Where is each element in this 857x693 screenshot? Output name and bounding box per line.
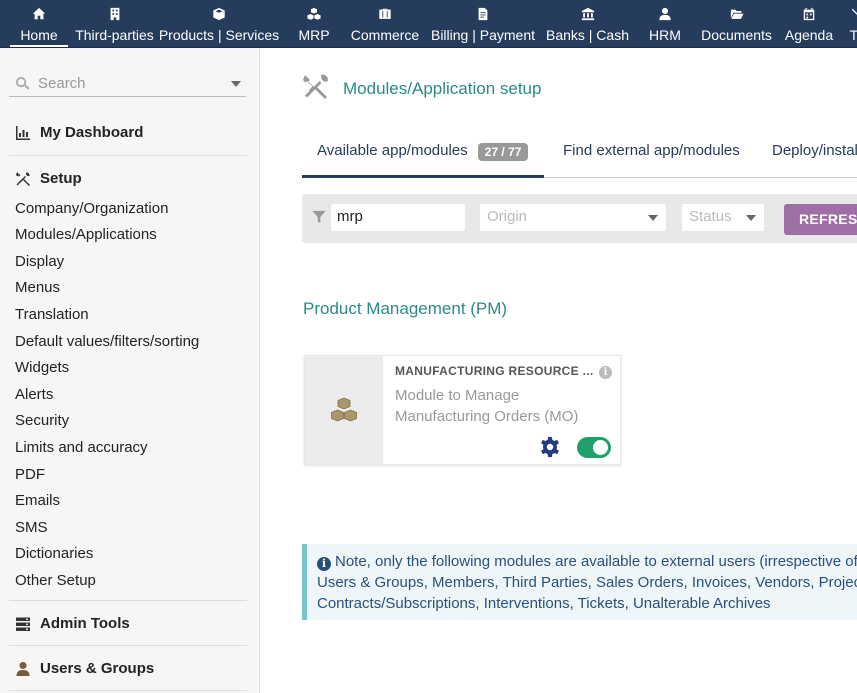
sidebar-item-default-values[interactable]: Default values/filters/sorting — [15, 333, 199, 350]
chevron-down-icon — [648, 215, 658, 221]
module-card: MANUFACTURING RESOURCE ... i Module to M… — [304, 355, 621, 465]
sidebar-item-dictionaries[interactable]: Dictionaries — [15, 545, 93, 562]
sidebar-my-dashboard[interactable]: My Dashboard — [15, 124, 143, 141]
topnav-banks-cash[interactable]: Banks | Cash — [537, 0, 638, 47]
topnav-commerce[interactable]: Commerce — [341, 0, 429, 47]
module-card-description: Module to Manage Manufacturing Orders (M… — [395, 387, 579, 425]
chevron-down-icon — [231, 80, 241, 87]
filter-icon — [312, 210, 326, 224]
sidebar-item-company-organization[interactable]: Company/Organization — [15, 200, 168, 217]
cube-icon — [211, 6, 227, 22]
home-icon — [31, 6, 47, 22]
sidebar-item-security[interactable]: Security — [15, 412, 69, 429]
chart-area-icon — [16, 125, 30, 140]
tools-icon — [16, 171, 30, 186]
user-icon — [16, 661, 30, 676]
user-tie-icon — [657, 6, 673, 22]
topnav-documents[interactable]: Documents — [692, 0, 781, 47]
sidebar-users-groups[interactable]: Users & Groups — [15, 660, 154, 677]
sidebar-divider — [9, 155, 247, 156]
sidebar-item-modules-applications[interactable]: Modules/Applications — [15, 226, 157, 243]
external-users-note: i Note, only the following modules are av… — [302, 544, 857, 620]
sidebar-item-menus[interactable]: Menus — [15, 279, 60, 296]
sidebar-item-display[interactable]: Display — [15, 253, 64, 270]
server-icon — [16, 617, 30, 631]
module-card-title[interactable]: MANUFACTURING RESOURCE ... — [395, 364, 593, 378]
cubes-icon — [331, 397, 357, 422]
sidebar-admin-tools[interactable]: Admin Tools — [15, 615, 130, 632]
calendar-icon — [801, 6, 817, 22]
tab-find-external-modules[interactable]: Find external app/modules — [563, 140, 740, 178]
search-placeholder: Search — [38, 75, 86, 92]
search-icon — [15, 76, 30, 90]
module-count-badge: 27 / 77 — [477, 143, 529, 161]
gear-icon[interactable] — [539, 436, 561, 458]
cubes-icon — [306, 6, 322, 22]
tab-deploy-install[interactable]: Deploy/instal — [772, 140, 857, 178]
sidebar-setup[interactable]: Setup — [15, 170, 82, 187]
bank-icon — [580, 6, 596, 22]
folder-open-icon — [729, 6, 745, 22]
topnav-hrm[interactable]: HRM — [638, 0, 692, 47]
topnav-third-parties[interactable]: Third-parties — [75, 0, 154, 47]
suitcase-icon — [377, 6, 393, 22]
module-enabled-toggle[interactable] — [577, 437, 611, 458]
sidebar-item-emails[interactable]: Emails — [15, 492, 60, 509]
sidebar-search-select[interactable]: Search — [9, 71, 246, 97]
topnav-home[interactable]: Home — [0, 0, 78, 47]
origin-select[interactable]: Origin — [480, 204, 666, 231]
sidebar-item-alerts[interactable]: Alerts — [15, 386, 53, 403]
topnav-products-services[interactable]: Products | Services — [151, 0, 287, 47]
sidebar-divider — [9, 600, 247, 601]
info-circle-icon: i — [317, 557, 331, 571]
page-title: Modules/Application setup — [343, 79, 542, 98]
module-group-title: Product Management (PM) — [303, 299, 508, 318]
tools-icon — [849, 6, 857, 22]
module-card-image — [305, 356, 383, 464]
sidebar-divider — [9, 690, 247, 691]
status-select[interactable]: Status — [682, 204, 764, 231]
tools-icon — [303, 74, 328, 99]
sidebar-item-translation[interactable]: Translation — [15, 306, 89, 323]
tab-available-modules[interactable]: Available app/modules 27 / 77 — [302, 140, 544, 178]
search-input[interactable]: mrp — [331, 204, 465, 231]
sidebar-item-pdf[interactable]: PDF — [15, 466, 45, 483]
topnav-mrp[interactable]: MRP — [287, 0, 341, 47]
refresh-button[interactable]: REFRESH — [784, 204, 857, 235]
filter-bar: mrp Origin Status REFRESH — [302, 194, 857, 243]
invoice-icon — [475, 6, 491, 22]
sidebar-item-widgets[interactable]: Widgets — [15, 359, 69, 376]
topnav-agenda[interactable]: Agenda — [781, 0, 837, 47]
building-icon — [107, 6, 123, 22]
sidebar-item-sms[interactable]: SMS — [15, 519, 48, 536]
topnav-tools[interactable]: To — [837, 0, 857, 47]
info-icon[interactable]: i — [599, 366, 612, 379]
top-menu-bar: Home Third-parties Products | Services M… — [0, 0, 857, 48]
left-sidebar: Search My Dashboard Setup Company/Organi… — [0, 48, 260, 693]
module-tabs: Available app/modules 27 / 77 Find exter… — [302, 140, 857, 178]
chevron-down-icon — [746, 215, 756, 221]
sidebar-item-other-setup[interactable]: Other Setup — [15, 572, 96, 589]
sidebar-divider — [9, 645, 247, 646]
sidebar-item-limits-accuracy[interactable]: Limits and accuracy — [15, 439, 148, 456]
topnav-billing-payment[interactable]: Billing | Payment — [429, 0, 537, 47]
